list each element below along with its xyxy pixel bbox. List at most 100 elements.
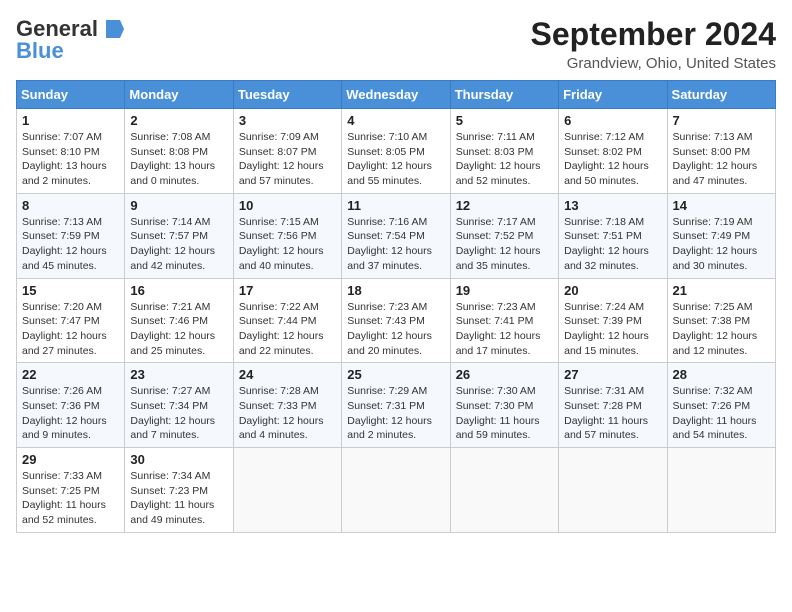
calendar-week-row: 29 Sunrise: 7:33 AM Sunset: 7:25 PM Dayl… xyxy=(17,448,776,533)
day-info: Sunrise: 7:26 AM Sunset: 7:36 PM Dayligh… xyxy=(22,384,119,443)
calendar-day-cell: 17 Sunrise: 7:22 AM Sunset: 7:44 PM Dayl… xyxy=(233,278,341,363)
calendar-day-cell: 21 Sunrise: 7:25 AM Sunset: 7:38 PM Dayl… xyxy=(667,278,775,363)
day-info: Sunrise: 7:07 AM Sunset: 8:10 PM Dayligh… xyxy=(22,130,119,189)
day-info: Sunrise: 7:11 AM Sunset: 8:03 PM Dayligh… xyxy=(456,130,553,189)
day-info: Sunrise: 7:14 AM Sunset: 7:57 PM Dayligh… xyxy=(130,215,227,274)
day-of-week-header: Saturday xyxy=(667,81,775,109)
calendar-day-cell: 2 Sunrise: 7:08 AM Sunset: 8:08 PM Dayli… xyxy=(125,109,233,194)
calendar-day-cell: 16 Sunrise: 7:21 AM Sunset: 7:46 PM Dayl… xyxy=(125,278,233,363)
calendar-header-row: SundayMondayTuesdayWednesdayThursdayFrid… xyxy=(17,81,776,109)
day-info: Sunrise: 7:13 AM Sunset: 7:59 PM Dayligh… xyxy=(22,215,119,274)
calendar-day-cell: 15 Sunrise: 7:20 AM Sunset: 7:47 PM Dayl… xyxy=(17,278,125,363)
calendar-day-cell: 3 Sunrise: 7:09 AM Sunset: 8:07 PM Dayli… xyxy=(233,109,341,194)
day-of-week-header: Tuesday xyxy=(233,81,341,109)
day-info: Sunrise: 7:09 AM Sunset: 8:07 PM Dayligh… xyxy=(239,130,336,189)
calendar-day-cell: 19 Sunrise: 7:23 AM Sunset: 7:41 PM Dayl… xyxy=(450,278,558,363)
day-number: 15 xyxy=(22,283,119,298)
day-info: Sunrise: 7:30 AM Sunset: 7:30 PM Dayligh… xyxy=(456,384,553,443)
day-info: Sunrise: 7:17 AM Sunset: 7:52 PM Dayligh… xyxy=(456,215,553,274)
calendar-day-cell xyxy=(233,448,341,533)
day-number: 16 xyxy=(130,283,227,298)
day-info: Sunrise: 7:21 AM Sunset: 7:46 PM Dayligh… xyxy=(130,300,227,359)
calendar-day-cell: 28 Sunrise: 7:32 AM Sunset: 7:26 PM Dayl… xyxy=(667,363,775,448)
calendar-day-cell xyxy=(559,448,667,533)
day-number: 25 xyxy=(347,367,444,382)
day-info: Sunrise: 7:22 AM Sunset: 7:44 PM Dayligh… xyxy=(239,300,336,359)
logo-blue: Blue xyxy=(16,38,64,64)
calendar-day-cell: 26 Sunrise: 7:30 AM Sunset: 7:30 PM Dayl… xyxy=(450,363,558,448)
day-number: 27 xyxy=(564,367,661,382)
calendar-day-cell: 5 Sunrise: 7:11 AM Sunset: 8:03 PM Dayli… xyxy=(450,109,558,194)
calendar-day-cell: 24 Sunrise: 7:28 AM Sunset: 7:33 PM Dayl… xyxy=(233,363,341,448)
day-number: 10 xyxy=(239,198,336,213)
day-number: 5 xyxy=(456,113,553,128)
day-info: Sunrise: 7:15 AM Sunset: 7:56 PM Dayligh… xyxy=(239,215,336,274)
calendar-day-cell: 12 Sunrise: 7:17 AM Sunset: 7:52 PM Dayl… xyxy=(450,193,558,278)
logo: General Blue xyxy=(16,16,124,64)
day-of-week-header: Wednesday xyxy=(342,81,450,109)
calendar-day-cell: 22 Sunrise: 7:26 AM Sunset: 7:36 PM Dayl… xyxy=(17,363,125,448)
day-number: 28 xyxy=(673,367,770,382)
day-info: Sunrise: 7:19 AM Sunset: 7:49 PM Dayligh… xyxy=(673,215,770,274)
calendar-day-cell: 25 Sunrise: 7:29 AM Sunset: 7:31 PM Dayl… xyxy=(342,363,450,448)
day-of-week-header: Monday xyxy=(125,81,233,109)
day-info: Sunrise: 7:33 AM Sunset: 7:25 PM Dayligh… xyxy=(22,469,119,528)
day-number: 7 xyxy=(673,113,770,128)
day-info: Sunrise: 7:24 AM Sunset: 7:39 PM Dayligh… xyxy=(564,300,661,359)
day-number: 29 xyxy=(22,452,119,467)
day-number: 19 xyxy=(456,283,553,298)
day-number: 6 xyxy=(564,113,661,128)
day-info: Sunrise: 7:32 AM Sunset: 7:26 PM Dayligh… xyxy=(673,384,770,443)
day-number: 12 xyxy=(456,198,553,213)
day-info: Sunrise: 7:20 AM Sunset: 7:47 PM Dayligh… xyxy=(22,300,119,359)
day-info: Sunrise: 7:27 AM Sunset: 7:34 PM Dayligh… xyxy=(130,384,227,443)
calendar-day-cell: 6 Sunrise: 7:12 AM Sunset: 8:02 PM Dayli… xyxy=(559,109,667,194)
calendar-day-cell xyxy=(667,448,775,533)
day-info: Sunrise: 7:16 AM Sunset: 7:54 PM Dayligh… xyxy=(347,215,444,274)
day-number: 20 xyxy=(564,283,661,298)
day-info: Sunrise: 7:28 AM Sunset: 7:33 PM Dayligh… xyxy=(239,384,336,443)
calendar-week-row: 1 Sunrise: 7:07 AM Sunset: 8:10 PM Dayli… xyxy=(17,109,776,194)
day-number: 8 xyxy=(22,198,119,213)
day-info: Sunrise: 7:23 AM Sunset: 7:41 PM Dayligh… xyxy=(456,300,553,359)
logo-icon xyxy=(102,18,124,40)
day-info: Sunrise: 7:13 AM Sunset: 8:00 PM Dayligh… xyxy=(673,130,770,189)
day-number: 3 xyxy=(239,113,336,128)
title-block: September 2024 Grandview, Ohio, United S… xyxy=(531,16,776,72)
day-number: 18 xyxy=(347,283,444,298)
day-of-week-header: Thursday xyxy=(450,81,558,109)
day-number: 24 xyxy=(239,367,336,382)
main-title: September 2024 xyxy=(531,16,776,53)
calendar-day-cell: 14 Sunrise: 7:19 AM Sunset: 7:49 PM Dayl… xyxy=(667,193,775,278)
day-info: Sunrise: 7:08 AM Sunset: 8:08 PM Dayligh… xyxy=(130,130,227,189)
calendar-day-cell: 7 Sunrise: 7:13 AM Sunset: 8:00 PM Dayli… xyxy=(667,109,775,194)
day-number: 13 xyxy=(564,198,661,213)
day-of-week-header: Friday xyxy=(559,81,667,109)
calendar-day-cell: 20 Sunrise: 7:24 AM Sunset: 7:39 PM Dayl… xyxy=(559,278,667,363)
day-number: 30 xyxy=(130,452,227,467)
calendar-day-cell: 30 Sunrise: 7:34 AM Sunset: 7:23 PM Dayl… xyxy=(125,448,233,533)
day-info: Sunrise: 7:23 AM Sunset: 7:43 PM Dayligh… xyxy=(347,300,444,359)
subtitle: Grandview, Ohio, United States xyxy=(531,55,776,72)
day-info: Sunrise: 7:18 AM Sunset: 7:51 PM Dayligh… xyxy=(564,215,661,274)
calendar-day-cell: 8 Sunrise: 7:13 AM Sunset: 7:59 PM Dayli… xyxy=(17,193,125,278)
day-info: Sunrise: 7:12 AM Sunset: 8:02 PM Dayligh… xyxy=(564,130,661,189)
day-number: 9 xyxy=(130,198,227,213)
calendar-day-cell xyxy=(450,448,558,533)
page-header: General Blue September 2024 Grandview, O… xyxy=(16,16,776,72)
day-info: Sunrise: 7:10 AM Sunset: 8:05 PM Dayligh… xyxy=(347,130,444,189)
calendar-week-row: 8 Sunrise: 7:13 AM Sunset: 7:59 PM Dayli… xyxy=(17,193,776,278)
calendar-week-row: 22 Sunrise: 7:26 AM Sunset: 7:36 PM Dayl… xyxy=(17,363,776,448)
day-number: 11 xyxy=(347,198,444,213)
day-number: 4 xyxy=(347,113,444,128)
day-number: 22 xyxy=(22,367,119,382)
calendar-day-cell: 13 Sunrise: 7:18 AM Sunset: 7:51 PM Dayl… xyxy=(559,193,667,278)
day-number: 23 xyxy=(130,367,227,382)
calendar-day-cell: 18 Sunrise: 7:23 AM Sunset: 7:43 PM Dayl… xyxy=(342,278,450,363)
day-number: 1 xyxy=(22,113,119,128)
day-info: Sunrise: 7:31 AM Sunset: 7:28 PM Dayligh… xyxy=(564,384,661,443)
day-number: 14 xyxy=(673,198,770,213)
calendar-day-cell: 1 Sunrise: 7:07 AM Sunset: 8:10 PM Dayli… xyxy=(17,109,125,194)
calendar-day-cell: 29 Sunrise: 7:33 AM Sunset: 7:25 PM Dayl… xyxy=(17,448,125,533)
calendar-week-row: 15 Sunrise: 7:20 AM Sunset: 7:47 PM Dayl… xyxy=(17,278,776,363)
